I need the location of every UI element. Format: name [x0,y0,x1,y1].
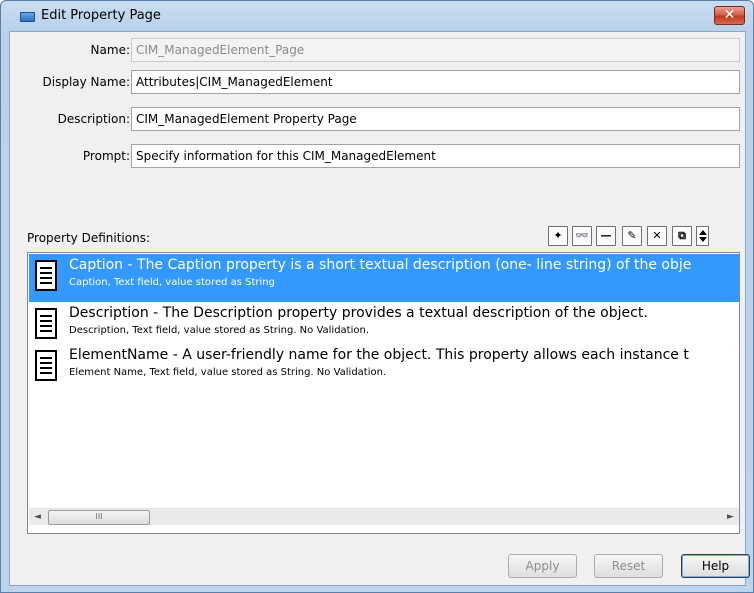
document-icon [35,260,57,291]
scroll-right-icon[interactable]: ► [722,509,739,526]
find-property-button[interactable]: 👓 [572,226,592,246]
scroll-thumb[interactable]: III [48,510,150,525]
dialog-body: Name: CIM_ManagedElement_Page Display Na… [9,31,750,586]
move-updown-button[interactable] [696,226,709,246]
prompt-label: Prompt: [82,149,130,163]
property-definitions-label: Property Definitions: [27,231,150,245]
list-item[interactable]: Caption - The Caption property is a shor… [29,254,739,302]
close-button[interactable]: ✕ [714,6,745,25]
list-item-subtitle: Element Name, Text field, value stored a… [69,367,387,378]
delete-property-button[interactable]: ✕ [647,226,667,246]
list-item-title: ElementName - A user-friendly name for t… [69,347,689,363]
list-item-subtitle: Description, Text field, value stored as… [69,325,370,336]
help-button[interactable]: Help [681,554,750,578]
list-item[interactable]: Description - The Description property p… [29,302,739,350]
horizontal-scrollbar[interactable]: ◄ III ► [29,508,739,525]
separator-property-button[interactable]: — [596,226,616,246]
name-field: CIM_ManagedElement_Page [131,38,740,62]
delete-icon: ✕ [652,229,662,242]
title-bar[interactable]: Edit Property Page ✕ [1,1,753,31]
window-title: Edit Property Page [41,8,161,23]
list-item-title: Caption - The Caption property is a shor… [69,257,692,273]
edit-property-button[interactable]: ✎ [622,226,642,246]
move-up-icon [698,230,707,235]
document-icon [35,350,57,381]
find-icon: 👓 [575,229,589,242]
edit-icon: ✎ [627,229,637,242]
copy-icon: ⧉ [678,229,686,242]
apply-button[interactable]: Apply [508,554,577,578]
move-down-icon [698,237,707,242]
edit-property-page-dialog: Edit Property Page ✕ Name: CIM_ManagedEl… [0,0,754,593]
prompt-field[interactable]: Specify information for this CIM_Managed… [131,144,740,168]
list-item-subtitle: Caption, Text field, value stored as Str… [69,277,275,288]
list-item[interactable]: ElementName - A user-friendly name for t… [29,344,739,392]
display-name-label: Display Name: [42,75,131,89]
window-icon [20,12,35,22]
scroll-left-icon[interactable]: ◄ [29,509,46,526]
reset-button[interactable]: Reset [594,554,663,578]
display-name-field[interactable]: Attributes|CIM_ManagedElement [131,70,740,94]
property-definitions-list[interactable]: Caption - The Caption property is a shor… [27,252,740,534]
new-property-button[interactable]: ✦ [548,226,568,246]
copy-property-button[interactable]: ⧉ [672,226,692,246]
list-item-title: Description - The Description property p… [69,305,648,321]
new-icon: ✦ [553,229,563,242]
document-icon [35,308,57,339]
close-icon: ✕ [723,7,736,23]
description-field[interactable]: CIM_ManagedElement Property Page [131,107,740,131]
separator-icon: — [600,229,612,242]
description-label: Description: [57,112,130,126]
name-label: Name: [90,43,130,57]
